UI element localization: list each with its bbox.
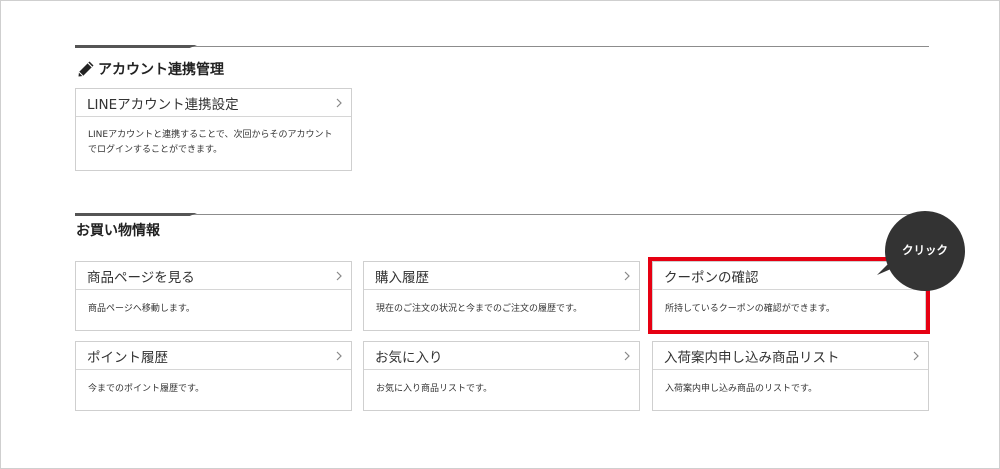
card-header[interactable]: 入荷案内申し込み商品リスト <box>653 342 928 370</box>
card-description: 商品ページへ移動します。 <box>88 304 195 314</box>
chevron-right-icon <box>913 351 919 361</box>
card-title: クーポンの確認 <box>664 269 759 286</box>
click-callout-bubble: クリック <box>885 211 965 291</box>
card-description: 所持しているクーポンの確認ができます。 <box>665 304 835 314</box>
shopping-section-title-text: お買い物情報 <box>76 223 160 239</box>
card-purchase-history[interactable]: 購入履歴 現在のご注文の状況と今までのご注文の履歴です。 <box>363 261 640 331</box>
account-section-title-text: アカウント連携管理 <box>98 62 224 78</box>
card-line-link[interactable]: LINEアカウント連携設定 LINEアカウントと連携することで、次回からそのアカ… <box>75 88 352 171</box>
chevron-right-icon <box>624 271 630 281</box>
card-description-line: LINEアカウントと連携することで、次回からそのアカウント <box>88 130 333 140</box>
card-description: 入荷案内申し込み商品のリストです。 <box>665 384 818 394</box>
click-callout-label: クリック <box>902 243 948 257</box>
card-header[interactable]: お気に入り <box>364 342 639 370</box>
card-title: LINEアカウント連携設定 <box>87 96 239 113</box>
card-description: LINEアカウントと連携することで、次回からそのアカウント でログインすることが… <box>76 117 351 158</box>
card-view-products[interactable]: 商品ページを見る 商品ページへ移動します。 <box>75 261 352 331</box>
shopping-section-title: お買い物情報 <box>76 220 160 240</box>
card-title: ポイント履歴 <box>87 349 168 366</box>
card-title: 入荷案内申し込み商品リスト <box>664 349 840 366</box>
card-description: 現在のご注文の状況と今までのご注文の履歴です。 <box>376 304 583 314</box>
card-title: お気に入り <box>375 349 443 366</box>
chevron-right-icon <box>336 271 342 281</box>
card-description: 今までのポイント履歴です。 <box>88 384 205 394</box>
card-title: 商品ページを見る <box>87 269 195 286</box>
chevron-right-icon <box>624 351 630 361</box>
card-header[interactable]: ポイント履歴 <box>76 342 351 370</box>
card-title: 購入履歴 <box>375 269 429 286</box>
card-header[interactable]: LINEアカウント連携設定 <box>76 89 351 117</box>
card-favorites[interactable]: お気に入り お気に入り商品リストです。 <box>363 341 640 411</box>
page-frame: アカウント連携管理 LINEアカウント連携設定 LINEアカウントと連携すること… <box>0 0 1000 469</box>
section-divider <box>75 46 929 47</box>
card-description-line: でログインすることができます。 <box>88 145 223 155</box>
card-restock-notice-list[interactable]: 入荷案内申し込み商品リスト 入荷案内申し込み商品のリストです。 <box>652 341 929 411</box>
card-point-history[interactable]: ポイント履歴 今までのポイント履歴です。 <box>75 341 352 411</box>
chevron-right-icon <box>336 98 342 108</box>
card-description: お気に入り商品リストです。 <box>376 384 493 394</box>
card-header[interactable]: 商品ページを見る <box>76 262 351 290</box>
chevron-right-icon <box>336 351 342 361</box>
section-divider <box>75 214 929 215</box>
account-section-title: アカウント連携管理 <box>76 59 224 79</box>
pencil-icon <box>78 61 94 77</box>
card-header[interactable]: 購入履歴 <box>364 262 639 290</box>
